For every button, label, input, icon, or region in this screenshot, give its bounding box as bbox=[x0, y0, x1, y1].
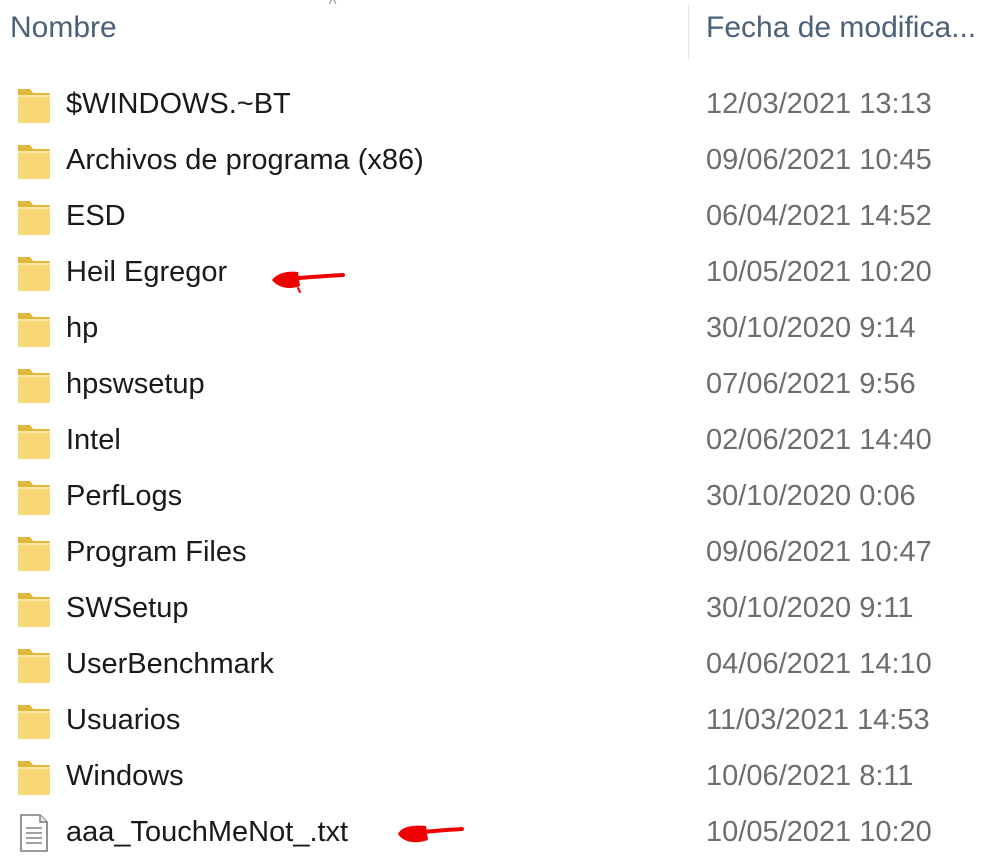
file-date-modified: 30/10/2020 9:14 bbox=[706, 312, 916, 344]
file-date-modified: 30/10/2020 9:11 bbox=[706, 592, 914, 624]
file-date-modified: 02/06/2021 14:40 bbox=[706, 424, 932, 456]
file-name: Intel bbox=[66, 424, 121, 456]
file-date-modified: 11/03/2021 14:53 bbox=[706, 704, 930, 736]
file-date-modified: 10/06/2021 8:11 bbox=[706, 760, 914, 792]
file-row-10[interactable]: UserBenchmark 04/06/2021 14:10 bbox=[0, 637, 990, 693]
file-date-modified: 07/06/2021 9:56 bbox=[706, 368, 916, 400]
file-name: Archivos de programa (x86) bbox=[66, 144, 424, 176]
file-name: $WINDOWS.~BT bbox=[66, 88, 291, 120]
file-row-1[interactable]: Archivos de programa (x86) 09/06/2021 10… bbox=[0, 133, 990, 189]
file-row-9[interactable]: SWSetup 30/10/2020 9:11 bbox=[0, 581, 990, 637]
file-row-12[interactable]: Windows 10/06/2021 8:11 bbox=[0, 749, 990, 805]
file-row-6[interactable]: Intel 02/06/2021 14:40 bbox=[0, 413, 990, 469]
folder-icon bbox=[16, 757, 52, 797]
file-name: Heil Egregor bbox=[66, 256, 228, 288]
file-row-2[interactable]: ESD 06/04/2021 14:52 bbox=[0, 189, 990, 245]
file-date-modified: 12/03/2021 13:13 bbox=[706, 88, 932, 120]
text-file-icon bbox=[16, 813, 52, 853]
folder-icon bbox=[16, 421, 52, 461]
file-date-modified: 09/06/2021 10:47 bbox=[706, 536, 932, 568]
file-row-8[interactable]: Program Files 09/06/2021 10:47 bbox=[0, 525, 990, 581]
file-date-modified: 09/06/2021 10:45 bbox=[706, 144, 932, 176]
file-date-modified: 30/10/2020 0:06 bbox=[706, 480, 916, 512]
file-name: Usuarios bbox=[66, 704, 181, 736]
file-list: $WINDOWS.~BT 12/03/2021 13:13 Archivos d… bbox=[0, 77, 990, 861]
folder-icon bbox=[16, 253, 52, 293]
folder-icon bbox=[16, 141, 52, 181]
file-row-0[interactable]: $WINDOWS.~BT 12/03/2021 13:13 bbox=[0, 77, 990, 133]
folder-icon bbox=[16, 589, 52, 629]
folder-icon bbox=[16, 477, 52, 517]
file-explorer-details-view: ˄ Nombre Fecha de modifica... $WINDOWS.~… bbox=[0, 0, 990, 852]
file-name: PerfLogs bbox=[66, 480, 183, 512]
folder-icon bbox=[16, 645, 52, 685]
file-name: UserBenchmark bbox=[66, 648, 274, 680]
file-name: SWSetup bbox=[66, 592, 189, 624]
file-name: Program Files bbox=[66, 536, 247, 568]
file-name: hp bbox=[66, 312, 99, 344]
file-date-modified: 06/04/2021 14:52 bbox=[706, 200, 932, 232]
folder-icon bbox=[16, 701, 52, 741]
file-date-modified: 10/05/2021 10:20 bbox=[706, 816, 932, 848]
folder-icon bbox=[16, 365, 52, 405]
file-date-modified: 04/06/2021 14:10 bbox=[706, 648, 932, 680]
folder-icon bbox=[16, 533, 52, 573]
folder-icon bbox=[16, 197, 52, 237]
column-header-bar: ˄ Nombre Fecha de modifica... bbox=[0, 0, 990, 60]
file-name: ESD bbox=[66, 200, 126, 232]
column-header-date-modified[interactable]: Fecha de modifica... bbox=[706, 0, 990, 58]
file-name: aaa_TouchMeNot_.txt bbox=[66, 816, 349, 848]
file-row-13[interactable]: aaa_TouchMeNot_.txt 10/05/2021 10:20 bbox=[0, 805, 990, 861]
folder-icon bbox=[16, 309, 52, 349]
file-name: hpswsetup bbox=[66, 368, 205, 400]
file-row-3[interactable]: Heil Egregor 10/05/2021 10:20 bbox=[0, 245, 990, 301]
file-row-7[interactable]: PerfLogs 30/10/2020 0:06 bbox=[0, 469, 990, 525]
folder-icon bbox=[16, 85, 52, 125]
column-header-name[interactable]: Nombre bbox=[10, 0, 670, 58]
file-row-4[interactable]: hp 30/10/2020 9:14 bbox=[0, 301, 990, 357]
file-row-5[interactable]: hpswsetup 07/06/2021 9:56 bbox=[0, 357, 990, 413]
file-name: Windows bbox=[66, 760, 184, 792]
file-row-11[interactable]: Usuarios 11/03/2021 14:53 bbox=[0, 693, 990, 749]
file-date-modified: 10/05/2021 10:20 bbox=[706, 256, 932, 288]
column-divider[interactable] bbox=[688, 4, 689, 60]
